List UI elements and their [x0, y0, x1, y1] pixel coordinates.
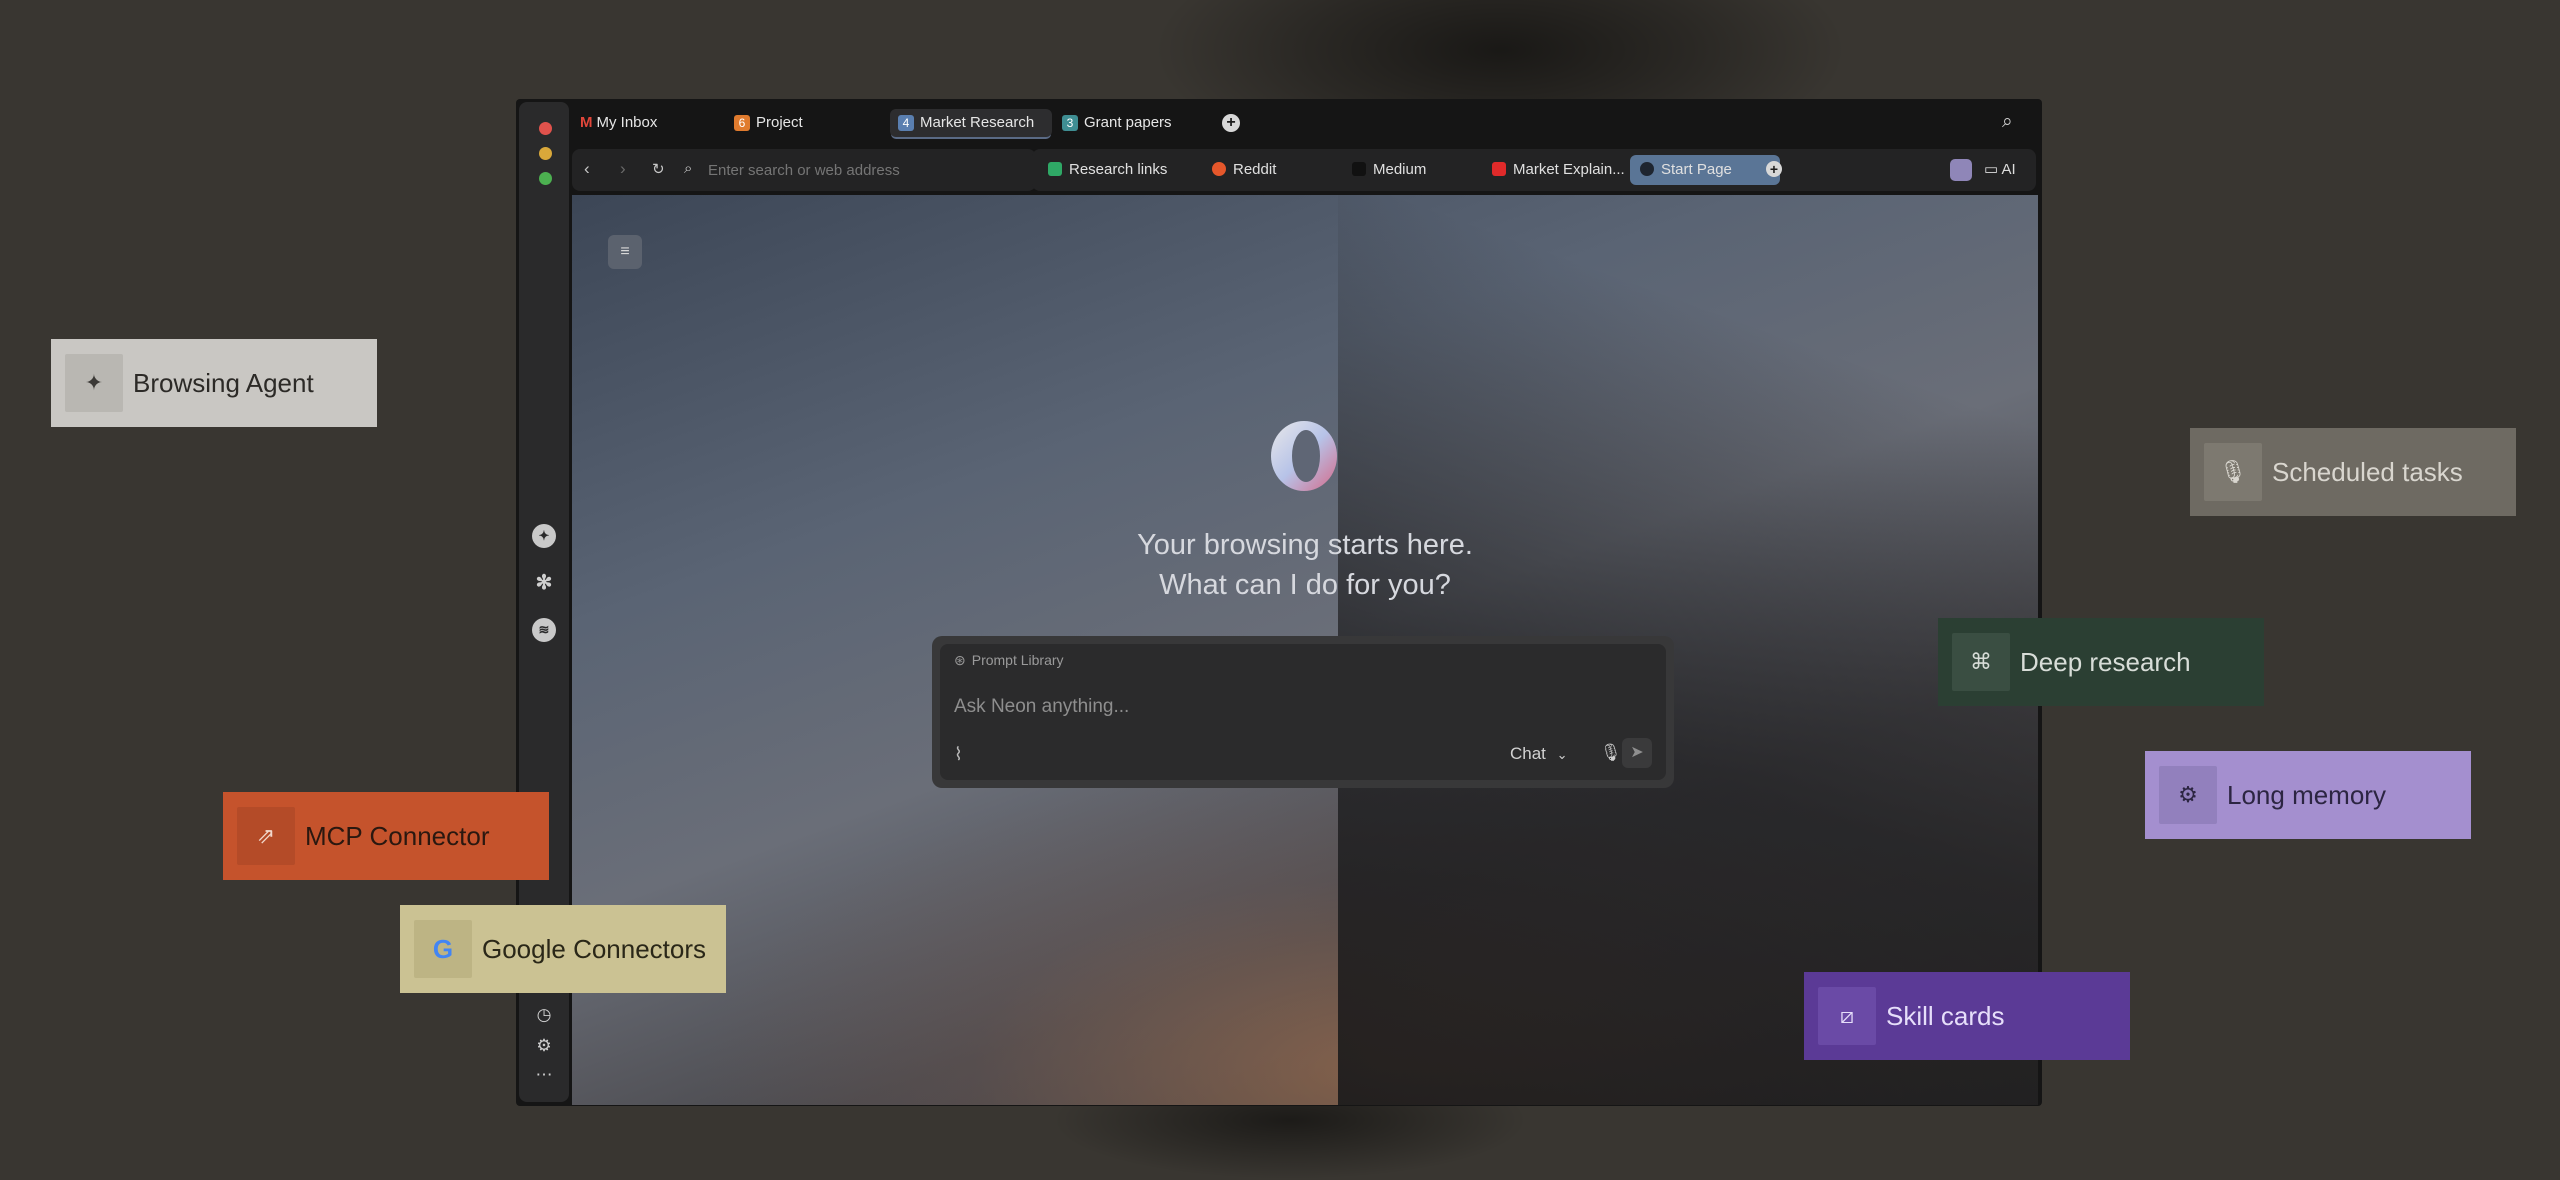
prompt-library-icon: ⊛	[954, 652, 966, 668]
search-icon: ⌕	[684, 160, 693, 177]
reload-icon[interactable]: ↻	[652, 160, 665, 178]
reddit-icon	[1212, 162, 1226, 176]
ai-label: AI	[2001, 161, 2016, 178]
tab-label: Reddit	[1233, 161, 1277, 178]
spotify-icon[interactable]: ≋	[532, 618, 556, 642]
workspace-badge: 4	[898, 115, 914, 132]
tab-label: Medium	[1373, 161, 1427, 178]
tab-market-research[interactable]: 4 Market Research	[890, 109, 1052, 137]
feature-label: Scheduled tasks	[2272, 456, 2463, 487]
feature-label: Long memory	[2227, 779, 2386, 810]
chat-bubble-icon: ▭	[1984, 161, 1999, 178]
deep-research-icon: ⌘	[1952, 633, 2010, 691]
more-dots-icon[interactable]: ⋯	[534, 1065, 554, 1085]
workspace-badge: 6	[734, 115, 750, 132]
medium-icon	[1352, 162, 1366, 176]
tab-reddit[interactable]: Reddit	[1202, 155, 1286, 185]
gmail-icon: M	[580, 114, 593, 131]
mode-select[interactable]: Chat ⌄	[1510, 744, 1568, 764]
maximize-window-button[interactable]	[539, 172, 552, 185]
feature-mcp-connector: ⇗ MCP Connector	[223, 792, 549, 880]
forward-arrow-icon[interactable]: ›	[620, 159, 626, 179]
feature-scheduled-tasks: 🎙 Scheduled tasks	[2190, 428, 2516, 516]
feature-label: MCP Connector	[305, 820, 490, 851]
profile-avatar[interactable]	[1950, 159, 1972, 181]
history-icon[interactable]: ◷	[534, 1005, 554, 1025]
tab-grant-papers[interactable]: 3 Grant papers	[1054, 109, 1212, 137]
workspace-badge: 3	[1062, 115, 1078, 132]
ai-chat-button[interactable]: ▭ AI	[1984, 160, 2016, 178]
feature-label: Skill cards	[1886, 1000, 2005, 1031]
tab-label: My Inbox	[596, 114, 658, 131]
tab-research-links[interactable]: Research links	[1038, 155, 1177, 185]
feature-google-connectors: G Google Connectors	[400, 905, 726, 993]
skill-card-icon: ⧄	[1818, 987, 1876, 1045]
tab-project[interactable]: 6 Project	[726, 109, 874, 137]
hamburger-menu-icon[interactable]: ≡	[608, 235, 642, 269]
browser-window: ✦ ✻ ≋ ◷ ⚙ ⋯ M My Inbox 6 Project 4 Market R…	[516, 99, 2042, 1106]
new-workspace-button[interactable]: +	[1222, 114, 1240, 132]
tab-label: Research links	[1069, 161, 1168, 178]
slack-icon[interactable]: ✻	[532, 571, 556, 595]
google-g-icon: G	[414, 920, 472, 978]
tab-label: Project	[756, 114, 803, 131]
mode-label: Chat	[1510, 744, 1546, 763]
start-headline: Your browsing starts here. What can I do…	[1005, 525, 1605, 605]
feature-skill-cards: ⧄ Skill cards	[1804, 972, 2130, 1060]
tab-start-page[interactable]: Start Page	[1630, 155, 1780, 185]
close-window-button[interactable]	[539, 122, 552, 135]
address-input[interactable]	[706, 161, 1030, 180]
tab-medium[interactable]: Medium	[1342, 155, 1436, 185]
sheets-icon	[1048, 162, 1062, 176]
new-tab-button[interactable]: +	[1766, 161, 1782, 177]
microphone-icon[interactable]: 🎙	[1600, 743, 1622, 763]
prompt-library-label: Prompt Library	[971, 652, 1064, 668]
feature-label: Deep research	[2020, 646, 2191, 677]
tab-label: Start Page	[1661, 161, 1732, 178]
chevron-down-icon: ⌄	[1556, 747, 1568, 762]
feature-browsing-agent: ✦ Browsing Agent	[51, 339, 377, 427]
opera-icon	[1640, 162, 1654, 176]
feature-label: Browsing Agent	[133, 367, 314, 398]
external-link-icon: ⇗	[237, 807, 295, 865]
minimize-window-button[interactable]	[539, 147, 552, 160]
tab-label: Grant papers	[1084, 114, 1172, 131]
messenger-icon[interactable]: ✦	[532, 524, 556, 548]
headline-line-2: What can I do for you?	[1159, 569, 1451, 601]
page-tab-strip: Research links Reddit Medium Market Expl…	[1032, 149, 2036, 191]
back-arrow-icon[interactable]: ‹	[584, 159, 590, 179]
send-arrow-icon: ➤	[1630, 744, 1644, 761]
tab-label: Market Research	[920, 114, 1035, 131]
sparkle-icon: ✦	[65, 354, 123, 412]
navigation-bar: ‹ › ↻ ⌕	[572, 149, 1036, 191]
youtube-icon	[1492, 162, 1506, 176]
feature-long-memory: ⚙ Long memory	[2145, 751, 2471, 839]
tab-label: Market Explain...	[1513, 161, 1625, 178]
tab-my-inbox[interactable]: M My Inbox	[572, 109, 710, 137]
start-page: ≡ Your browsing starts here. What can I …	[572, 195, 2038, 1105]
prompt-inner: ⊛ Prompt Library Ask Neon anything... ⌇ C…	[940, 644, 1666, 780]
prompt-box: ⊛ Prompt Library Ask Neon anything... ⌇ C…	[932, 636, 1674, 788]
attach-paperclip-icon[interactable]: ⌇	[954, 744, 963, 765]
opera-logo-icon	[1271, 421, 1337, 491]
tab-market-explain[interactable]: Market Explain...	[1482, 155, 1635, 185]
headline-line-1: Your browsing starts here.	[1137, 529, 1473, 561]
settings-gear-icon[interactable]: ⚙	[534, 1036, 554, 1056]
send-button[interactable]: ➤	[1622, 738, 1652, 768]
feature-deep-research: ⌘ Deep research	[1938, 618, 2264, 706]
prompt-input[interactable]: Ask Neon anything...	[954, 696, 1129, 718]
feature-label: Google Connectors	[482, 933, 707, 964]
memory-chip-icon: ⚙	[2159, 766, 2217, 824]
prompt-library-button[interactable]: ⊛ Prompt Library	[954, 652, 1064, 669]
search-icon[interactable]: ⌕	[2002, 111, 2013, 133]
microphone-icon: 🎙	[2204, 443, 2262, 501]
